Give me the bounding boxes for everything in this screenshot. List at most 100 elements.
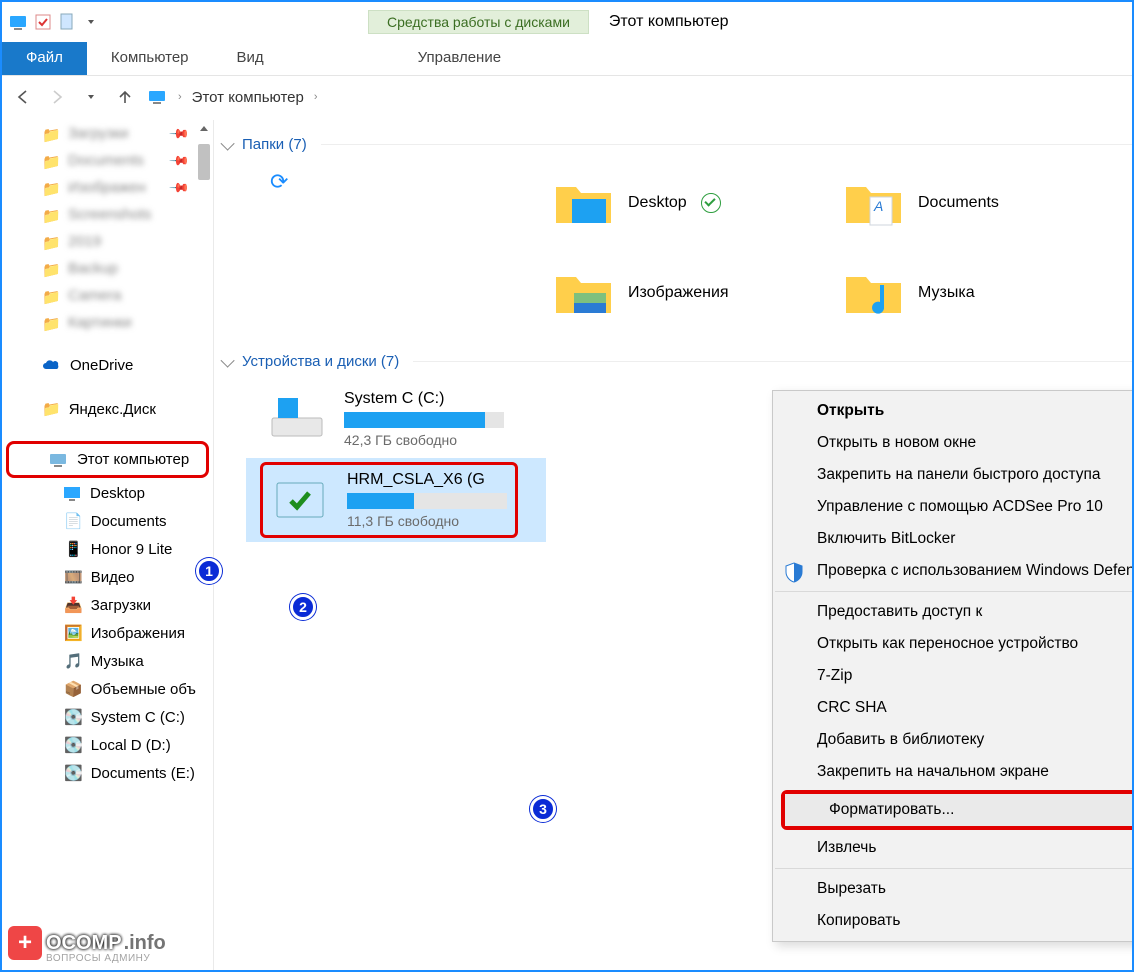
ctx-add-to-library[interactable]: Добавить в библиотеку〉 — [773, 724, 1132, 756]
sidebar-item-downloads[interactable]: 📥Загрузки — [2, 591, 213, 619]
ctx-give-access[interactable]: Предоставить доступ к〉 — [773, 596, 1132, 628]
drive-name: System C (C:) — [344, 390, 504, 408]
drive-hrm-g[interactable]: HRM_CSLA_X6 (G 11,3 ГБ свободно — [246, 458, 546, 542]
sidebar-item-3d[interactable]: 📦Объемные объ — [2, 675, 213, 703]
ctx-pin-start[interactable]: Закрепить на начальном экране — [773, 756, 1132, 788]
sidebar-onedrive[interactable]: OneDrive — [2, 352, 213, 379]
annotation-badge-3: 3 — [530, 796, 556, 822]
nav-back[interactable] — [12, 86, 34, 108]
downloads-icon: 📥 — [64, 596, 83, 614]
nav-forward[interactable] — [46, 86, 68, 108]
annotation-badge-2: 2 — [290, 594, 316, 620]
sidebar-item[interactable]: 📁Camera — [2, 282, 213, 309]
breadcrumb-root[interactable]: Этот компьютер — [192, 89, 304, 106]
music-icon: 🎵 — [64, 652, 83, 670]
ctx-defender[interactable]: Проверка с использованием Windows Defend… — [773, 555, 1132, 587]
refresh-icon[interactable]: ⟳ — [264, 163, 544, 243]
nav-pane[interactable]: 📁Загрузки📌 📁Documents📌 📁Изображен📌 📁Scre… — [2, 120, 214, 970]
tab-file[interactable]: Файл — [2, 42, 87, 75]
sidebar-item-music[interactable]: 🎵Музыка — [2, 647, 213, 675]
folder-icon — [554, 177, 614, 229]
sidebar-item[interactable]: 📁Изображен📌 — [2, 174, 213, 201]
documents-icon: 📄 — [64, 512, 83, 530]
ctx-open-new-window[interactable]: Открыть в новом окне — [773, 427, 1132, 459]
onedrive-icon — [42, 359, 62, 373]
pc-icon — [148, 89, 168, 105]
ctx-format[interactable]: Форматировать... — [785, 794, 1132, 826]
section-folders[interactable]: Папки (7) — [222, 130, 1132, 163]
content-pane[interactable]: Папки (7) ⟳ Desktop A Documents — [214, 120, 1132, 970]
sidebar-item-drive-c[interactable]: 💽System C (C:) — [2, 703, 213, 731]
ctx-crc-sha[interactable]: CRC SHA〉 — [773, 692, 1132, 724]
sidebar-item[interactable]: 📁Screenshots — [2, 201, 213, 228]
drive-icon: 💽 — [64, 764, 83, 782]
sidebar-item-drive-d[interactable]: 💽Local D (D:) — [2, 731, 213, 759]
sidebar-item[interactable]: 📁Загрузки📌 — [2, 120, 213, 147]
scrollbar-thumb[interactable] — [198, 144, 210, 180]
sidebar-yandex-disk[interactable]: 📁 Яндекс.Диск — [2, 395, 213, 423]
nav-recent-dropdown[interactable] — [80, 86, 102, 108]
sidebar-item-drive-e[interactable]: 💽Documents (E:) — [2, 759, 213, 787]
ctx-format-highlight: Форматировать... — [781, 790, 1132, 830]
titlebar: Средства работы с дисками Этот компьютер — [2, 2, 1132, 42]
qat-doc-icon[interactable] — [56, 11, 78, 33]
3d-icon: 📦 — [64, 680, 83, 698]
ctx-cut[interactable]: Вырезать — [773, 873, 1132, 905]
sidebar-item[interactable]: 📁Картинки — [2, 309, 213, 336]
sidebar-this-pc[interactable]: Этот компьютер — [6, 441, 209, 478]
tab-view[interactable]: Вид — [213, 42, 288, 75]
ctx-7zip[interactable]: 7-Zip〉 — [773, 660, 1132, 692]
sidebar-item-documents[interactable]: 📄Documents — [2, 507, 213, 535]
watermark: + OCOMP.info ВОПРОСЫ АДМИНУ — [8, 926, 166, 960]
chevron-down-icon — [221, 136, 235, 150]
watermark-icon: + — [8, 926, 42, 960]
sidebar-item-images[interactable]: 🖼️Изображения — [2, 619, 213, 647]
sync-ok-icon — [701, 193, 721, 213]
folder-documents[interactable]: A Documents — [844, 163, 1124, 243]
drive-system-c[interactable]: System C (C:) 42,3 ГБ свободно — [246, 380, 546, 458]
drive-icon — [268, 390, 328, 442]
pc-icon — [49, 452, 69, 468]
ctx-open[interactable]: Открыть — [773, 395, 1132, 427]
sidebar-item-phone[interactable]: 📱Honor 9 Lite — [2, 535, 213, 563]
sidebar-item-desktop[interactable]: Desktop — [2, 480, 213, 507]
qat-save-icon[interactable] — [32, 11, 54, 33]
chevron-right-icon: › — [178, 91, 182, 103]
nav-row: › Этот компьютер › — [2, 76, 1132, 118]
sidebar-item-videos[interactable]: 🎞️Видео — [2, 563, 213, 591]
drive-free-text: 42,3 ГБ свободно — [344, 432, 504, 448]
annotation-badge-1: 1 — [196, 558, 222, 584]
folder-images[interactable]: Изображения — [554, 253, 834, 333]
sidebar-item[interactable]: 📁Documents📌 — [2, 147, 213, 174]
ctx-copy[interactable]: Копировать — [773, 905, 1132, 937]
pin-icon: 📌 — [168, 176, 191, 199]
ctx-acdsee[interactable]: Управление с помощью ACDSee Pro 10 — [773, 491, 1132, 523]
nav-up[interactable] — [114, 86, 136, 108]
ctx-open-portable[interactable]: Открыть как переносное устройство — [773, 628, 1132, 660]
sidebar-scrollbar[interactable] — [195, 120, 213, 350]
drive-usage-bar — [347, 493, 507, 509]
folder-icon: 📁 — [42, 400, 61, 418]
drive-icon: 💽 — [64, 708, 83, 726]
ribbon-tabs: Файл Компьютер Вид Управление — [2, 42, 1132, 76]
tab-computer[interactable]: Компьютер — [87, 42, 213, 75]
folder-music[interactable]: Музыка — [844, 253, 1124, 333]
folder-desktop[interactable]: Desktop — [554, 163, 834, 243]
ctx-pin-quick-access[interactable]: Закрепить на панели быстрого доступа — [773, 459, 1132, 491]
ctx-bitlocker[interactable]: Включить BitLocker — [773, 523, 1132, 555]
chevron-right-icon: › — [314, 91, 318, 103]
drive-usage-fill — [347, 493, 414, 509]
section-drives[interactable]: Устройства и диски (7) — [222, 347, 1132, 380]
menu-separator — [775, 591, 1132, 592]
contextual-tab-label: Средства работы с дисками — [368, 10, 589, 34]
drive-usage-bar — [344, 412, 504, 428]
desktop-icon — [64, 487, 82, 501]
sidebar-item[interactable]: 📁Backup — [2, 255, 213, 282]
ctx-eject[interactable]: Извлечь — [773, 832, 1132, 864]
pin-icon: 📌 — [168, 122, 191, 145]
qat-dropdown[interactable] — [80, 11, 102, 33]
sidebar-item[interactable]: 📁2019 — [2, 228, 213, 255]
breadcrumb[interactable]: › Этот компьютер › — [148, 89, 318, 106]
tab-manage[interactable]: Управление — [394, 42, 525, 75]
folder-icon: A — [844, 177, 904, 229]
